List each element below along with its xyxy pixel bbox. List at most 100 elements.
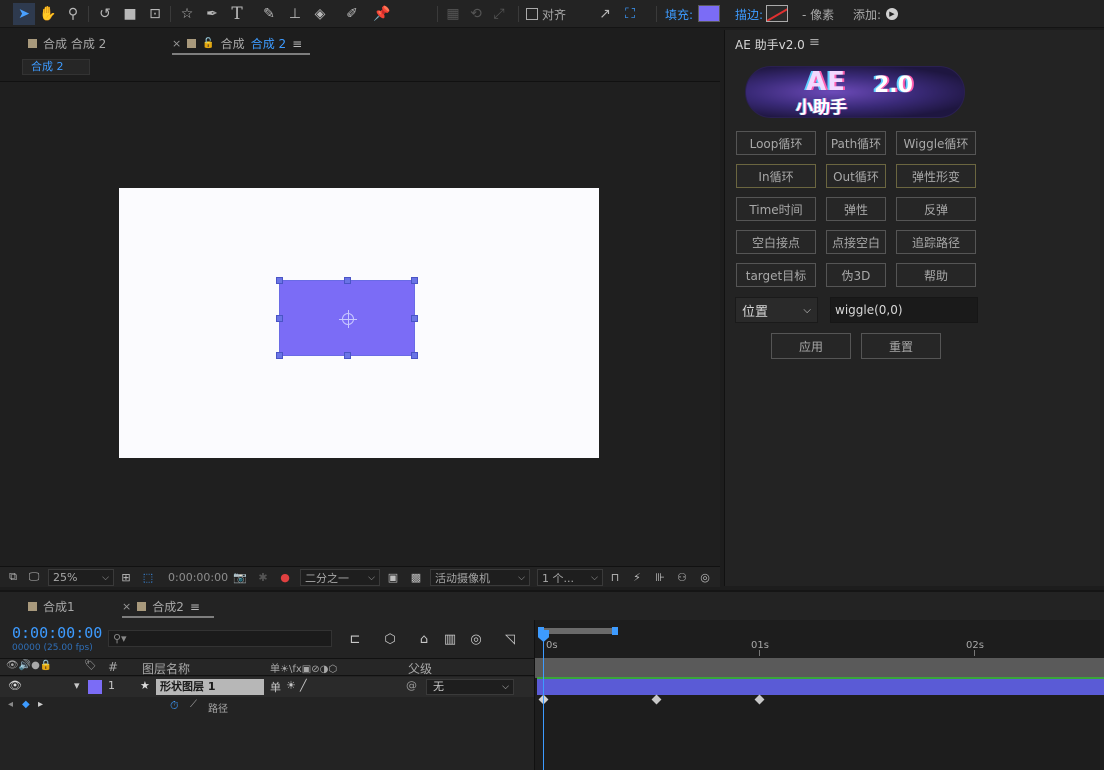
layer-label-color[interactable] — [88, 680, 102, 694]
resolution-select[interactable]: 二分之一 ⌵ — [300, 569, 380, 586]
camera-select[interactable]: 活动摄像机 ⌵ — [430, 569, 530, 586]
timeline-track-area[interactable]: 0s 01s 02s — [534, 620, 1104, 770]
composition-mini-flowchart-icon[interactable]: ⊏ — [346, 630, 364, 648]
breadcrumb[interactable]: 合成 2 — [22, 59, 90, 75]
tab-comp-2-timeline[interactable]: × 合成2 ≡ — [122, 598, 200, 615]
selection-tool-icon[interactable]: ➤ — [13, 3, 35, 25]
fake-3d-button[interactable]: 伪3D — [826, 263, 886, 287]
null-connect-button[interactable]: 空白接点 — [736, 230, 816, 254]
playhead[interactable] — [543, 630, 544, 770]
visibility-eye-icon[interactable]: 👁 — [8, 679, 22, 692]
switch-shy-icon[interactable]: 单 — [270, 679, 281, 695]
menu-icon[interactable]: ≡ — [809, 35, 820, 50]
current-timecode[interactable]: 0:00:00:00 — [12, 624, 102, 642]
pickwhip-icon[interactable]: @ — [406, 679, 417, 692]
monitor-icon[interactable]: 🖵 — [27, 570, 41, 584]
property-row-path[interactable]: ◂ ◆ ▸ ⏱ ⟋ 路径 — [0, 698, 534, 716]
reset-button[interactable]: 重置 — [861, 333, 941, 359]
next-keyframe-icon[interactable]: ▸ — [38, 699, 43, 710]
transform-handle[interactable] — [411, 315, 418, 322]
zoom-select[interactable]: 25% ⌵ — [48, 569, 114, 586]
reset-exposure-icon[interactable]: ◎ — [698, 570, 712, 584]
property-select[interactable]: 位置 ⌵ — [735, 297, 818, 323]
flowchart-icon[interactable]: ⚇ — [675, 570, 689, 584]
transform-handle[interactable] — [276, 352, 283, 359]
region-of-interest-icon[interactable]: ▣ — [386, 570, 400, 584]
timeline-icon[interactable]: ⊪ — [653, 570, 667, 584]
align-checkbox[interactable] — [526, 8, 538, 20]
snap-icon[interactable]: ↗ — [594, 3, 616, 25]
composition-viewer[interactable] — [0, 81, 720, 586]
transparency-grid-icon[interactable]: ▩ — [409, 570, 423, 584]
close-icon[interactable]: × — [122, 600, 131, 613]
fast-preview-icon[interactable]: ⚡ — [630, 570, 644, 584]
axis-local-icon[interactable]: ▦ — [442, 3, 464, 25]
color-channels-icon[interactable]: ● — [278, 570, 292, 584]
in-loop-button[interactable]: In循环 — [736, 164, 816, 188]
expand-triangle-icon[interactable]: ▾ — [74, 679, 80, 692]
add-play-icon[interactable]: ▶ — [886, 8, 898, 20]
layer-name[interactable]: 形状图层 1 — [156, 679, 264, 695]
time-button[interactable]: Time时间 — [736, 197, 816, 221]
keyframe[interactable] — [651, 694, 662, 705]
transform-handle[interactable] — [411, 277, 418, 284]
snapshot-icon[interactable]: 📷 — [233, 570, 247, 584]
lock-icon[interactable]: 🔓 — [202, 38, 214, 49]
bounce-button[interactable]: 反弹 — [896, 197, 976, 221]
current-time[interactable]: 0:00:00:00 — [168, 569, 228, 586]
close-icon[interactable]: × — [172, 37, 181, 50]
snap-grid-icon[interactable]: ⛶ — [619, 3, 641, 25]
transform-handle[interactable] — [276, 277, 283, 284]
path-loop-button[interactable]: Path循环 — [826, 131, 886, 155]
pen-tool-icon[interactable]: ✒ — [201, 3, 223, 25]
eraser-icon[interactable]: ◈ — [309, 3, 331, 25]
keyframe[interactable] — [754, 694, 765, 705]
fill-label[interactable]: 填充: — [665, 6, 693, 23]
hand-tool-icon[interactable]: ✋ — [37, 3, 59, 25]
axis-view-icon[interactable]: ⤢ — [488, 3, 510, 25]
axis-world-icon[interactable]: ⟲ — [465, 3, 487, 25]
mask-visibility-icon[interactable]: ⬚ — [141, 570, 155, 584]
stroke-label[interactable]: 描边: — [735, 6, 763, 23]
puppet-pin-icon[interactable]: 📌 — [371, 3, 393, 25]
transform-handle[interactable] — [276, 315, 283, 322]
camera-tool-icon[interactable]: ■ — [119, 3, 141, 25]
anchor-point-icon[interactable] — [339, 310, 357, 328]
help-button[interactable]: 帮助 — [896, 263, 976, 287]
point-to-null-button[interactable]: 点接空白 — [826, 230, 886, 254]
frame-blending-icon[interactable]: ▥ — [441, 630, 459, 648]
apply-button[interactable]: 应用 — [771, 333, 851, 359]
transform-handle[interactable] — [344, 352, 351, 359]
transform-handle[interactable] — [411, 352, 418, 359]
shape-layer-rectangle[interactable] — [276, 277, 418, 359]
switch-collapse-icon[interactable]: ☀ — [286, 679, 296, 692]
graph-editor-icon[interactable]: ◹ — [501, 630, 519, 648]
column-layer-name[interactable]: 图层名称 — [142, 660, 190, 677]
work-area-bar[interactable] — [538, 627, 618, 635]
menu-icon[interactable]: ≡ — [292, 37, 302, 51]
draft-3d-icon[interactable]: ⬡ — [381, 630, 399, 648]
fill-color-swatch[interactable] — [698, 5, 720, 22]
out-loop-button[interactable]: Out循环 — [826, 164, 886, 188]
layer-search-input[interactable]: ⚲▾ — [108, 630, 332, 647]
star-tool-icon[interactable]: ☆ — [176, 3, 198, 25]
elastic-button[interactable]: 弹性 — [826, 197, 886, 221]
tab-comp-1[interactable]: 合成1 — [28, 598, 75, 615]
tab-comp-2[interactable]: × 🔓 合成 合成 2 ≡ — [172, 35, 302, 52]
add-keyframe-icon[interactable]: ◆ — [22, 699, 30, 710]
views-select[interactable]: 1 个... ⌵ — [537, 569, 603, 586]
stopwatch-icon[interactable]: ⏱ — [170, 699, 179, 713]
motion-blur-icon[interactable]: ◎ — [467, 630, 485, 648]
elastic-deform-button[interactable]: 弹性形变 — [896, 164, 976, 188]
shy-layers-icon[interactable]: ⌂ — [415, 630, 433, 648]
clone-stamp-icon[interactable]: ⊥ — [284, 3, 306, 25]
switch-quality-icon[interactable]: ╱ — [300, 679, 307, 692]
comp-canvas[interactable] — [119, 188, 599, 458]
wiggle-loop-button[interactable]: Wiggle循环 — [896, 131, 976, 155]
text-tool-icon[interactable]: T — [226, 3, 248, 25]
rotate-tool-icon[interactable]: ↺ — [94, 3, 116, 25]
track-path-button[interactable]: 追踪路径 — [896, 230, 976, 254]
roto-brush-icon[interactable]: ✐ — [341, 3, 363, 25]
brush-tool-icon[interactable]: ✎ — [258, 3, 280, 25]
show-snapshot-icon[interactable]: ✱ — [256, 570, 270, 584]
